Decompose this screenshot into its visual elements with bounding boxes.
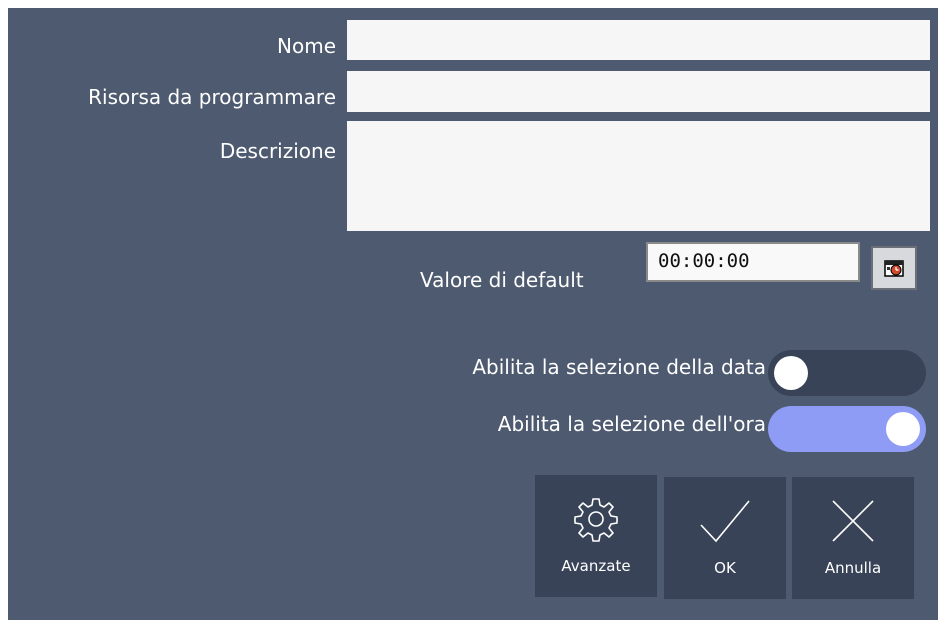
resource-label: Risorsa da programmare [88,85,336,109]
description-label: Descrizione [219,139,336,163]
advanced-button[interactable]: Avanzate [535,475,657,597]
dialog: Nome Risorsa da programmare Descrizione … [8,8,938,620]
date-toggle-label: Abilita la selezione della data [472,355,766,379]
close-icon [832,500,874,542]
date-toggle[interactable] [768,350,926,396]
name-label: Nome [277,34,336,58]
cancel-button[interactable]: Annulla [792,477,914,599]
gear-icon [574,498,618,542]
name-input[interactable] [347,20,930,60]
time-toggle[interactable] [768,406,926,452]
description-textarea[interactable] [347,121,930,231]
time-toggle-label: Abilita la selezione dell'ora [497,412,766,436]
ok-button[interactable]: OK [664,477,786,599]
date-toggle-knob [774,356,808,390]
default-value-label: Valore di default [420,268,584,292]
cancel-button-label: Annulla [824,559,882,577]
clock-calendar-icon [884,260,904,277]
resource-input[interactable] [347,71,930,112]
time-picker-button[interactable] [871,246,917,290]
advanced-button-label: Avanzate [561,557,631,575]
time-toggle-knob [886,412,920,446]
checkmark-icon [700,500,750,543]
default-time-input[interactable]: 00:00:00 [646,242,860,282]
ok-button-label: OK [714,559,736,577]
